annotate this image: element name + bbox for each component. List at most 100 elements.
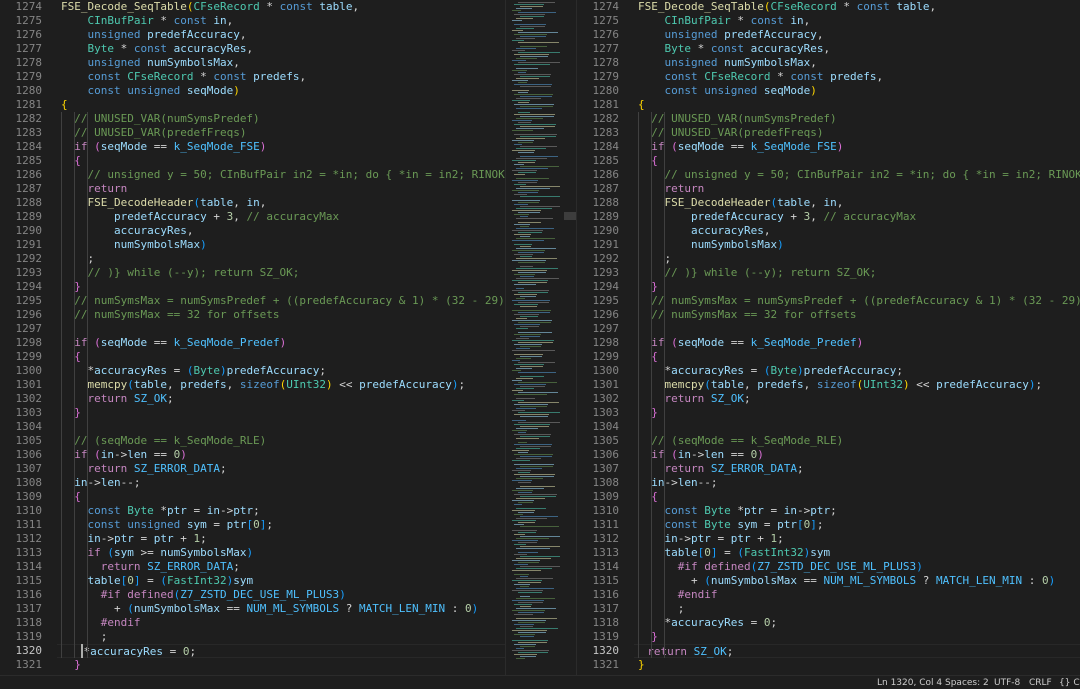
code-line[interactable]: return SZ_OK; xyxy=(634,644,1080,658)
code-line[interactable]: // )} while (--y); return SZ_OK; xyxy=(638,266,877,280)
code-line[interactable]: #if defined(Z7_ZSTD_DEC_USE_ML_PLUS3) xyxy=(638,560,923,574)
code-line[interactable]: const Byte *ptr = in->ptr; xyxy=(61,504,260,518)
cursor-position[interactable]: Ln 1320, Col 4 xyxy=(877,677,942,689)
code-line[interactable]: { xyxy=(61,490,81,504)
code-line[interactable]: // UNUSED_VAR(numSymsPredef) xyxy=(61,112,259,126)
minimap-slider[interactable] xyxy=(564,212,576,220)
code-line[interactable]: table[0] = (FastInt32)sym xyxy=(638,546,831,560)
code-line[interactable]: memcpy(table, predefs, sizeof(UInt32) <<… xyxy=(638,378,1043,392)
code-line[interactable]: accuracyRes, xyxy=(61,224,193,238)
code-line[interactable]: { xyxy=(638,490,658,504)
indentation-setting[interactable]: Spaces: 2 xyxy=(945,677,989,689)
minimap[interactable] xyxy=(505,0,577,675)
code-line[interactable]: if (seqMode == k_SeqMode_Predef) xyxy=(638,336,863,350)
code-line[interactable]: ; xyxy=(61,630,108,644)
code-line[interactable]: memcpy(table, predefs, sizeof(UInt32) <<… xyxy=(61,378,466,392)
code-line[interactable]: unsigned predefAccuracy, xyxy=(61,28,247,42)
code-line[interactable]: ; xyxy=(638,602,685,616)
code-line[interactable]: if (sym >= numSymbolsMax) xyxy=(61,546,254,560)
code-line[interactable]: CInBufPair * const in, xyxy=(61,14,234,28)
code-line[interactable]: { xyxy=(61,350,81,364)
code-line[interactable]: return SZ_ERROR_DATA; xyxy=(638,462,804,476)
code-line[interactable]: *accuracyRes = (Byte)predefAccuracy; xyxy=(61,364,325,378)
editor-right-pane[interactable]: 1274 1275 1276 1277 1278 1279 1280 1281 1282 1283… xyxy=(577,0,1080,675)
code-line[interactable]: { xyxy=(61,154,81,168)
code-line[interactable]: FSE_DecodeHeader(table, in, xyxy=(61,196,267,210)
code-line[interactable]: // (seqMode == k_SeqMode_RLE) xyxy=(638,434,843,448)
code-line[interactable]: #if defined(Z7_ZSTD_DEC_USE_ML_PLUS3) xyxy=(61,588,346,602)
code-line[interactable]: predefAccuracy + 3, // accuracyMax xyxy=(638,210,916,224)
code-line[interactable]: *accuracyRes = 0; xyxy=(57,644,505,658)
code-line[interactable]: { xyxy=(638,350,658,364)
code-line[interactable]: { xyxy=(61,98,68,112)
code-line[interactable]: unsigned numSymbolsMax, xyxy=(638,56,817,70)
code-line[interactable]: FSE_Decode_SeqTable(CFseRecord * const t… xyxy=(638,0,936,14)
code-line[interactable]: table[0] = (FastInt32)sym xyxy=(61,574,254,588)
code-line[interactable]: const Byte sym = ptr[0]; xyxy=(638,518,824,532)
code-line[interactable]: if (seqMode == k_SeqMode_FSE) xyxy=(61,140,266,154)
code-line[interactable]: // unsigned y = 50; CInBufPair in2 = *in… xyxy=(638,168,1080,182)
code-line[interactable]: const unsigned seqMode) xyxy=(61,84,240,98)
code-line[interactable]: ; xyxy=(638,252,671,266)
code-line[interactable]: FSE_Decode_SeqTable(CFseRecord * const t… xyxy=(61,0,359,14)
code-line[interactable]: const Byte *ptr = in->ptr; xyxy=(638,504,837,518)
code-line[interactable]: return xyxy=(61,182,128,196)
code-line[interactable]: // UNUSED_VAR(numSymsPredef) xyxy=(638,112,836,126)
code-line[interactable]: } xyxy=(638,630,658,644)
code-line[interactable]: // numSymsMax = numSymsPredef + ((predef… xyxy=(638,294,1080,308)
code-area[interactable]: FSE_Decode_SeqTable (CFseRecord * const t… xyxy=(634,0,1080,675)
code-line[interactable]: if (seqMode == k_SeqMode_FSE) xyxy=(638,140,843,154)
code-line[interactable]: Byte * const accuracyRes, xyxy=(61,42,254,56)
encoding-setting[interactable]: UTF-8 xyxy=(994,677,1020,689)
code-line[interactable]: { xyxy=(638,98,645,112)
code-line[interactable]: // numSymsMax = numSymsPredef + ((predef… xyxy=(61,294,505,308)
code-line[interactable]: unsigned numSymbolsMax, xyxy=(61,56,240,70)
code-line[interactable]: #endif xyxy=(61,616,141,630)
code-line[interactable]: CInBufPair * const in, xyxy=(638,14,811,28)
code-line[interactable]: accuracyRes, xyxy=(638,224,770,238)
code-line[interactable]: + (numSymbolsMax == NUM_ML_SYMBOLS ? MAT… xyxy=(638,574,1055,588)
code-line[interactable]: predefAccuracy + 3, // accuracyMax xyxy=(61,210,339,224)
code-line[interactable]: in->len--; xyxy=(638,476,717,490)
code-line[interactable]: return SZ_OK; xyxy=(638,392,751,406)
code-line[interactable]: // )} while (--y); return SZ_OK; xyxy=(61,266,300,280)
code-line[interactable]: in->ptr = ptr + 1; xyxy=(638,532,784,546)
code-line[interactable]: numSymbolsMax) xyxy=(638,238,784,252)
code-line[interactable]: if (in->len == 0) xyxy=(638,448,764,462)
code-line[interactable]: // UNUSED_VAR(predefFreqs) xyxy=(638,126,823,140)
language-mode[interactable]: {} C xyxy=(1059,677,1080,689)
code-line[interactable]: // numSymsMax == 32 for offsets xyxy=(638,308,856,322)
code-line[interactable]: } xyxy=(61,280,81,294)
code-line[interactable]: FSE_DecodeHeader(table, in, xyxy=(638,196,844,210)
code-line[interactable]: return SZ_OK; xyxy=(61,392,174,406)
code-line[interactable]: } xyxy=(61,406,81,420)
code-line[interactable]: // UNUSED_VAR(predefFreqs) xyxy=(61,126,246,140)
code-line[interactable]: *accuracyRes = (Byte)predefAccuracy; xyxy=(638,364,902,378)
code-line[interactable]: + (numSymbolsMax == NUM_ML_SYMBOLS ? MAT… xyxy=(61,602,478,616)
code-line[interactable]: const unsigned seqMode) xyxy=(638,84,817,98)
editor-left-pane[interactable]: 1274 1275 1276 1277 1278 1279 1280 1281 1282 1283… xyxy=(0,0,505,675)
code-line[interactable]: Byte * const accuracyRes, xyxy=(638,42,831,56)
code-line[interactable]: const CFseRecord * const predefs, xyxy=(61,70,307,84)
code-line[interactable]: // unsigned y = 50; CInBufPair in2 = *in… xyxy=(61,168,506,182)
code-line[interactable]: unsigned predefAccuracy, xyxy=(638,28,824,42)
code-line[interactable]: // numSymsMax == 32 for offsets xyxy=(61,308,279,322)
code-line[interactable]: in->ptr = ptr + 1; xyxy=(61,532,207,546)
code-line[interactable]: } xyxy=(638,280,658,294)
code-line[interactable]: numSymbolsMax) xyxy=(61,238,207,252)
code-line[interactable]: const unsigned sym = ptr[0]; xyxy=(61,518,273,532)
code-line[interactable]: } xyxy=(638,658,645,672)
code-line[interactable]: return SZ_ERROR_DATA; xyxy=(61,462,227,476)
code-line[interactable]: { xyxy=(638,154,658,168)
code-line[interactable]: *accuracyRes = 0; xyxy=(638,616,777,630)
code-line[interactable]: const CFseRecord * const predefs, xyxy=(638,70,884,84)
code-line[interactable]: } xyxy=(638,406,658,420)
code-line[interactable]: ; xyxy=(61,252,94,266)
code-line[interactable]: return xyxy=(638,182,705,196)
line-ending-setting[interactable]: CRLF xyxy=(1029,677,1052,689)
code-line[interactable]: if (seqMode == k_SeqMode_Predef) xyxy=(61,336,286,350)
code-line[interactable]: #endif xyxy=(638,588,718,602)
code-line[interactable]: } xyxy=(61,658,81,672)
code-line[interactable]: // (seqMode == k_SeqMode_RLE) xyxy=(61,434,266,448)
code-area[interactable]: FSE_Decode_SeqTable (CFseRecord * const t… xyxy=(57,0,505,675)
